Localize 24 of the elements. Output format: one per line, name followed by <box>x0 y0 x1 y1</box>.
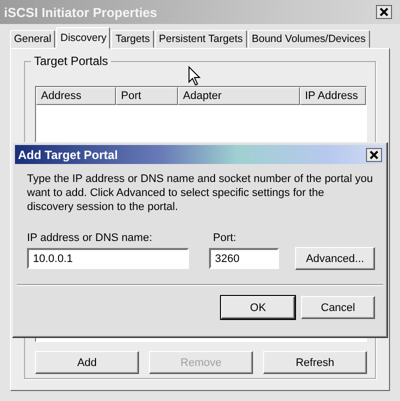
tab[interactable]: General <box>10 30 56 48</box>
window-title: iSCSI Initiator Properties <box>4 4 158 20</box>
column-header[interactable]: Address <box>36 87 116 105</box>
dialog-title: Add Target Portal <box>18 148 118 162</box>
ok-button[interactable]: OK <box>221 296 295 319</box>
port-field[interactable]: 3260 <box>209 248 280 269</box>
close-icon[interactable] <box>376 5 392 19</box>
instructions-text: Type the IP address or DNS name and socket number of the portal you want to add. Click Advanced to select specific settings for the discovery session to the portal. <box>27 172 373 214</box>
close-icon[interactable] <box>366 148 382 162</box>
field-label: Port: <box>213 232 236 244</box>
column-header[interactable]: Port <box>116 87 178 105</box>
tab[interactable]: Bound Volumes/Devices <box>248 30 370 48</box>
field-label: IP address or DNS name: <box>27 232 154 244</box>
address-field[interactable]: 10.0.0.1 <box>27 248 190 269</box>
button[interactable]: Add <box>35 351 139 374</box>
group-title: Target Portals <box>31 54 112 68</box>
advanced-button[interactable]: Advanced... <box>295 247 375 270</box>
column-header[interactable]: Adapter <box>178 87 300 105</box>
tab[interactable]: Persistent Targets <box>154 30 247 48</box>
tab[interactable]: Targets <box>111 30 154 48</box>
button[interactable]: Refresh <box>263 351 367 374</box>
column-header[interactable]: IP Address <box>300 87 366 105</box>
cancel-button[interactable]: Cancel <box>301 296 375 319</box>
tab[interactable]: Discovery <box>56 27 110 49</box>
